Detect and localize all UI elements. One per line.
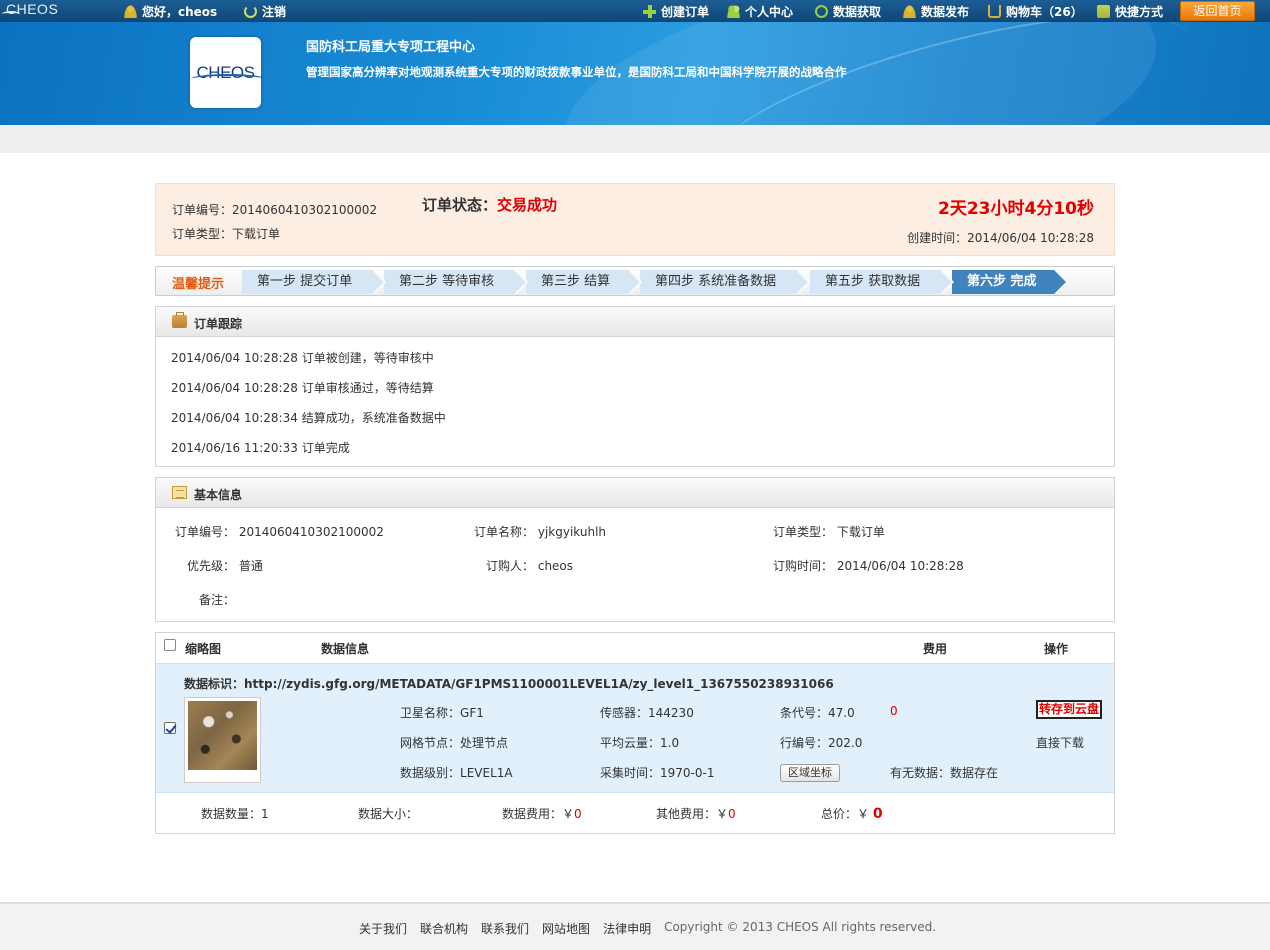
nav-shortcut[interactable]: 快捷方式 [1097,3,1163,20]
strip-code: 条代号：47.0 [780,706,855,720]
summary-size: 数据大小： [358,807,419,821]
banner-subtitle: 管理国家高分辨率对地观测系统重大专项的财政拨款事业单位，是国防科工局和中国科学院… [306,65,847,79]
data-exists: 有无数据：数据存在 [890,766,999,780]
satellite-thumbnail-image [188,701,257,770]
table-row: 数据标识：http://zydis.gfg.org/METADATA/GF1PM… [156,663,1114,793]
summary-data-fee: 数据费用：￥0 [502,807,582,821]
users-icon [727,5,740,18]
footer-link-legal[interactable]: 法律申明 [603,920,651,937]
home-button[interactable]: 返回首页 [1180,1,1255,21]
footer-link-sitemap[interactable]: 网站地图 [542,920,590,937]
nav-cart[interactable]: 购物车（26） [988,3,1083,20]
step-5: 第五步 获取数据 [810,270,954,294]
tracking-entry: 2014/06/16 11:20:33 订单完成 [171,441,350,455]
info-order-type: 订单类型： 下载订单 [773,525,885,539]
cart-icon [988,5,1001,18]
footer-link-contact[interactable]: 联系我们 [481,920,529,937]
shortcut-icon [1097,5,1110,18]
greeting: 您好，cheos [124,3,217,20]
direct-download-link[interactable]: 直接下载 [1036,734,1084,751]
table-header: 缩略图 数据信息 费用 操作 [156,633,1114,663]
info-priority: 优先级： 普通 [187,559,263,573]
order-type: 订单类型：下载订单 [172,227,281,241]
search-icon [815,5,828,18]
tracking-entry: 2014/06/04 10:28:28 订单审核通过，等待结算 [171,381,434,395]
order-status: 订单状态：交易成功 [422,196,558,214]
nav-personal-center[interactable]: 个人中心 [727,3,793,20]
summary-total: 总价：￥ 0 [821,806,883,822]
order-status-box: 订单编号：2014060410302100002 订单类型：下载订单 订单状态：… [155,183,1115,256]
data-level: 数据级别：LEVEL1A [400,766,513,780]
info-remark: 备注： [199,593,236,607]
created-time: 创建时间：2014/06/04 10:28:28 [907,231,1094,245]
row-checkbox[interactable] [164,722,176,734]
thumbnail[interactable] [184,697,261,783]
tracking-entry: 2014/06/04 10:28:28 订单被创建，等待审核中 [171,351,434,365]
site-logo[interactable]: CHEOS [190,37,265,108]
header-data-info: 数据信息 [321,642,370,656]
header-fee: 费用 [923,642,948,656]
info-order-name: 订单名称： yjkgyikuhlh [474,525,607,539]
average-cloud: 平均云量：1.0 [600,736,680,750]
data-identifier: 数据标识：http://zydis.gfg.org/METADATA/GF1PM… [184,677,834,691]
nav-data-acquire[interactable]: 数据获取 [815,3,881,20]
row-number: 行编号：202.0 [780,736,863,750]
publish-user-icon [903,5,916,18]
step-3: 第三步 结算 [526,270,642,294]
order-number: 订单编号：2014060410302100002 [172,203,378,217]
acquisition-time: 采集时间：1970-0-1 [600,766,715,780]
header-banner: CHEOS 国防科工局重大专项工程中心 管理国家高分辨率对地观测系统重大专项的财… [0,22,1270,125]
briefcase-icon [172,312,187,328]
notepad-icon [172,486,187,499]
grid-node: 网格节点：处理节点 [400,736,509,750]
footer-link-about[interactable]: 关于我们 [359,920,407,937]
nav-data-publish[interactable]: 数据发布 [903,3,969,20]
satellite-name: 卫星名称：GF1 [400,706,484,720]
footer: 关于我们 联合机构 联系我们 网站地图 法律申明 Copyright © 201… [0,902,1270,950]
banner-title: 国防科工局重大专项工程中心 [306,40,476,55]
top-logo[interactable]: CHEOS [1,1,58,17]
top-bar: CHEOS 您好，cheos 注销 创建订单 个人中心 数据获取 数据发布 购物… [0,0,1270,22]
copyright: Copyright © 2013 CHEOS All rights reserv… [664,920,937,934]
header-operation: 操作 [1044,642,1069,656]
info-order-time: 订购时间： 2014/06/04 10:28:28 [773,559,964,573]
summary-other-fee: 其他费用：￥0 [656,807,736,821]
tracking-entry: 2014/06/04 10:28:34 结算成功，系统准备数据中 [171,411,446,425]
summary-count: 数据数量：1 [201,807,269,821]
progress-steps: 温馨提示 第一步 提交订单 第二步 等待审核 第三步 结算 第四步 系统准备数据… [155,266,1115,296]
step-4: 第四步 系统准备数据 [640,270,810,294]
info-order-number: 订单编号： 2014060410302100002 [175,525,384,539]
row-fee: 0 [890,704,898,718]
nav-create-order[interactable]: 创建订单 [643,3,709,20]
logout-link[interactable]: 注销 [244,3,286,20]
step-2: 第二步 等待审核 [384,270,528,294]
data-table: 缩略图 数据信息 费用 操作 数据标识：http://zydis.gfg.org… [155,632,1115,834]
gray-band [0,125,1270,153]
tracking-panel: 订单跟踪 2014/06/04 10:28:28 订单被创建，等待审核中 201… [155,306,1115,467]
sensor: 传感器：144230 [600,706,694,720]
area-coordinates-button[interactable]: 区域坐标 [780,764,840,782]
plus-icon [643,5,656,18]
user-icon [124,5,137,18]
info-buyer: 订购人： cheos [486,559,574,573]
save-to-cloud-button[interactable]: 转存到云盘 [1036,700,1102,719]
basic-info-header: 基本信息 [156,478,1114,508]
steps-tip: 温馨提示 [172,277,225,292]
step-1: 第一步 提交订单 [242,270,386,294]
basic-info-panel: 基本信息 订单编号： 2014060410302100002 订单名称： yjk… [155,477,1115,622]
tracking-header: 订单跟踪 [156,307,1114,337]
select-all-checkbox[interactable] [164,639,176,651]
step-6: 第六步 完成 [952,270,1068,294]
elapsed-timer: 2天23小时4分10秒 [938,199,1094,219]
header-thumbnail: 缩略图 [185,642,222,656]
footer-link-partners[interactable]: 联合机构 [420,920,468,937]
power-icon [244,5,257,18]
